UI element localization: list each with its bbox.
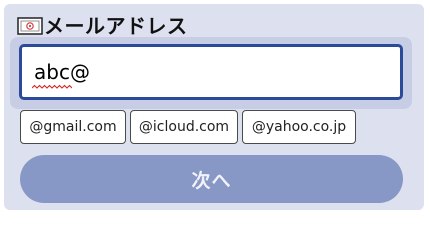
domain-suggestion-yahoo[interactable]: @yahoo.co.jp xyxy=(242,110,356,144)
envelope-icon xyxy=(17,17,43,35)
email-label-row: メールアドレス xyxy=(17,13,188,39)
email-label: メールアドレス xyxy=(44,14,188,38)
domain-suggestion-icloud[interactable]: @icloud.com xyxy=(130,110,238,144)
domain-suggestion-gmail[interactable]: @gmail.com xyxy=(20,110,126,144)
next-button[interactable]: 次へ xyxy=(20,155,403,203)
email-input[interactable] xyxy=(19,44,403,100)
